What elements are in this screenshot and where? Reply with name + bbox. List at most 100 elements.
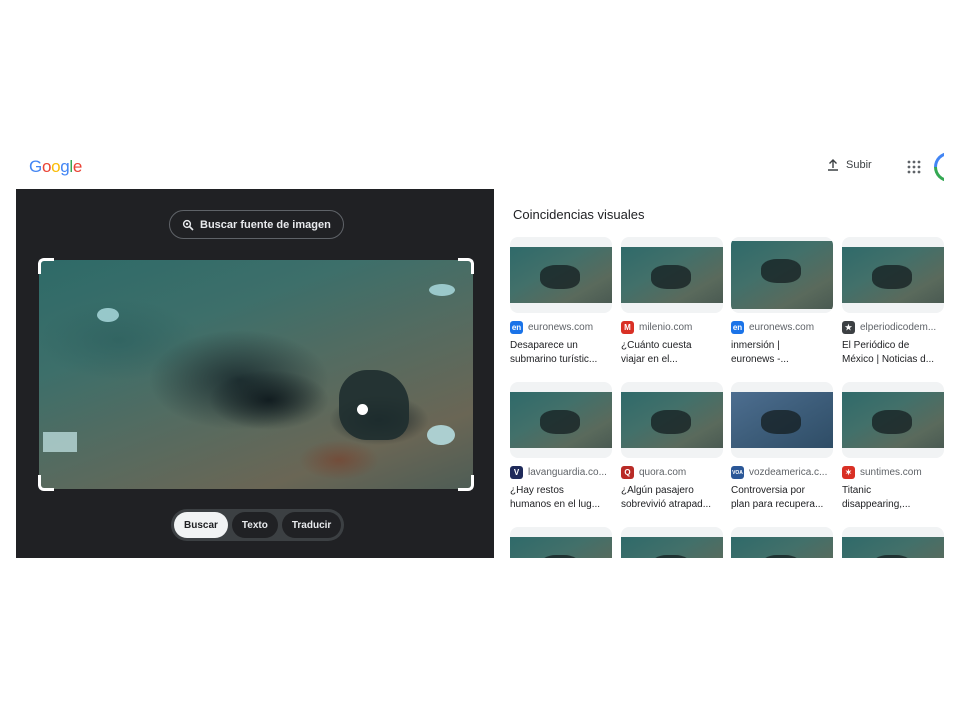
result-title-line: viajar en el...	[621, 354, 678, 365]
result-thumbnail[interactable]	[510, 237, 612, 313]
result-source[interactable]: ✶ suntimes.com	[842, 466, 944, 479]
crop-selection[interactable]	[38, 258, 474, 491]
result-title[interactable]: El Periódico de México | Noticias d...	[842, 339, 944, 367]
result-card[interactable]	[510, 527, 612, 558]
result-card[interactable]	[842, 527, 944, 558]
upload-button[interactable]: Subir	[826, 158, 872, 172]
logo-letter: o	[51, 157, 61, 176]
result-title[interactable]: Desaparece un submarino turístic...	[510, 339, 612, 367]
result-source-name: milenio.com	[639, 322, 693, 333]
google-lens-window: Google Subir Buscar fuente de imagen Bus…	[16, 148, 944, 558]
top-bar: Google Subir	[16, 148, 944, 189]
result-source-name: euronews.com	[749, 322, 815, 333]
crop-handle-top-right[interactable]	[458, 258, 474, 274]
logo-letter: g	[60, 157, 70, 176]
results-title: Coincidencias visuales	[513, 207, 645, 222]
result-title-line: Controversia por	[731, 485, 805, 496]
crop-handle-bottom-right[interactable]	[458, 475, 474, 491]
result-source-name: euronews.com	[528, 322, 594, 333]
result-source-name: elperiodicodem...	[860, 322, 937, 333]
result-title-line: humanos en el lug...	[510, 499, 601, 510]
result-card[interactable]: VOA vozdeamerica.c... Controversia por plan…	[731, 382, 833, 512]
result-source-name: vozdeamerica.c...	[749, 467, 828, 478]
result-title-line: Desaparece un	[510, 340, 578, 351]
result-title-line: El Periódico de	[842, 340, 910, 351]
favicon-icon: VOA	[731, 466, 744, 479]
mode-button-texto[interactable]: Texto	[231, 512, 278, 538]
result-title-line: ¿Algún pasajero	[621, 485, 694, 496]
mode-button-traducir[interactable]: Traducir	[281, 512, 342, 538]
result-source[interactable]: Vlavanguardia.co...	[510, 466, 612, 479]
result-source-name: lavanguardia.co...	[528, 467, 607, 478]
favicon-icon: ★	[842, 321, 855, 334]
result-title-line: Titanic	[842, 485, 872, 496]
result-title-line: euronews -...	[731, 354, 789, 365]
crop-handle-top-left[interactable]	[38, 258, 54, 274]
result-source[interactable]: Qquora.com	[621, 466, 723, 479]
result-source[interactable]: en euronews.com	[731, 321, 833, 334]
mode-button-buscar[interactable]: Buscar	[174, 512, 228, 538]
result-thumbnail[interactable]	[731, 382, 833, 458]
result-title[interactable]: Titanic disappearing,...	[842, 484, 944, 512]
result-title[interactable]: inmersión | euronews -...	[731, 339, 833, 367]
result-source-name: quora.com	[639, 467, 687, 478]
result-card[interactable]: ✶ suntimes.com Titanic disappearing,...	[842, 382, 944, 512]
result-thumbnail[interactable]	[842, 382, 944, 458]
logo-letter: G	[29, 157, 42, 176]
object-marker-dot[interactable]	[357, 404, 368, 415]
result-card[interactable]: Qquora.com ¿Algún pasajero sobrevivió atra…	[621, 382, 723, 512]
lens-search-icon	[182, 219, 194, 231]
upload-label: Subir	[846, 159, 872, 171]
result-thumbnail[interactable]	[621, 237, 723, 313]
result-source[interactable]: Mmilenio.com	[621, 321, 723, 334]
result-thumbnail[interactable]	[621, 382, 723, 458]
result-card[interactable]: ★ elperiodicodem... El Periódico de México …	[842, 237, 944, 367]
result-thumbnail[interactable]	[510, 382, 612, 458]
favicon-icon: M	[621, 321, 634, 334]
find-image-source-button[interactable]: Buscar fuente de imagen	[169, 210, 344, 239]
result-card[interactable]	[731, 527, 833, 558]
result-card[interactable]	[621, 527, 723, 558]
results-pane: Coincidencias visuales en euronews.com Des…	[494, 189, 944, 558]
result-source[interactable]: en euronews.com	[510, 321, 612, 334]
mode-switcher: Buscar Texto Traducir	[171, 509, 345, 541]
image-preview-pane: Buscar fuente de imagen Buscar Texto Tradu…	[16, 189, 494, 558]
result-source[interactable]: VOA vozdeamerica.c...	[731, 466, 833, 479]
result-source[interactable]: ★ elperiodicodem...	[842, 321, 944, 334]
apps-grid-icon[interactable]	[906, 159, 922, 175]
logo-letter: e	[72, 157, 83, 176]
logo-letter: o	[41, 157, 52, 176]
result-thumbnail[interactable]	[621, 527, 723, 558]
favicon-icon: en	[731, 321, 744, 334]
result-title-line: disappearing,...	[842, 499, 911, 510]
result-card[interactable]: en euronews.com Desaparece un submarino tur…	[510, 237, 612, 367]
result-title[interactable]: Controversia por plan para recupera...	[731, 484, 833, 512]
result-source-name: suntimes.com	[860, 467, 922, 478]
result-title[interactable]: ¿Algún pasajero sobrevivió atrapad...	[621, 484, 723, 512]
result-title-line: ¿Cuánto cuesta	[621, 340, 692, 351]
result-title[interactable]: ¿Hay restos humanos en el lug...	[510, 484, 612, 512]
result-card[interactable]: Mmilenio.com ¿Cuánto cuesta viajar en el..…	[621, 237, 723, 367]
account-avatar[interactable]	[934, 152, 944, 182]
result-thumbnail[interactable]	[731, 527, 833, 558]
result-title-line: ¿Hay restos	[510, 485, 564, 496]
upload-icon	[828, 159, 838, 171]
result-title-line: sobrevivió atrapad...	[621, 499, 712, 510]
result-thumbnail[interactable]	[510, 527, 612, 558]
favicon-icon: Q	[621, 466, 634, 479]
favicon-icon: ✶	[842, 466, 855, 479]
result-card[interactable]: Vlavanguardia.co... ¿Hay restos humanos en…	[510, 382, 612, 512]
result-thumbnail[interactable]	[731, 237, 833, 313]
find-image-source-label: Buscar fuente de imagen	[200, 218, 331, 231]
favicon-icon: V	[510, 466, 523, 479]
result-title-line: México | Noticias d...	[842, 354, 935, 365]
uploaded-image	[39, 260, 473, 489]
result-title-line: plan para recupera...	[731, 499, 824, 510]
result-thumbnail[interactable]	[842, 527, 944, 558]
result-card[interactable]: en euronews.com inmersión | euronews -...	[731, 237, 833, 367]
result-title[interactable]: ¿Cuánto cuesta viajar en el...	[621, 339, 723, 367]
google-logo[interactable]: Google	[29, 157, 82, 177]
crop-handle-bottom-left[interactable]	[38, 475, 54, 491]
result-thumbnail[interactable]	[842, 237, 944, 313]
result-title-line: inmersión |	[731, 340, 780, 351]
